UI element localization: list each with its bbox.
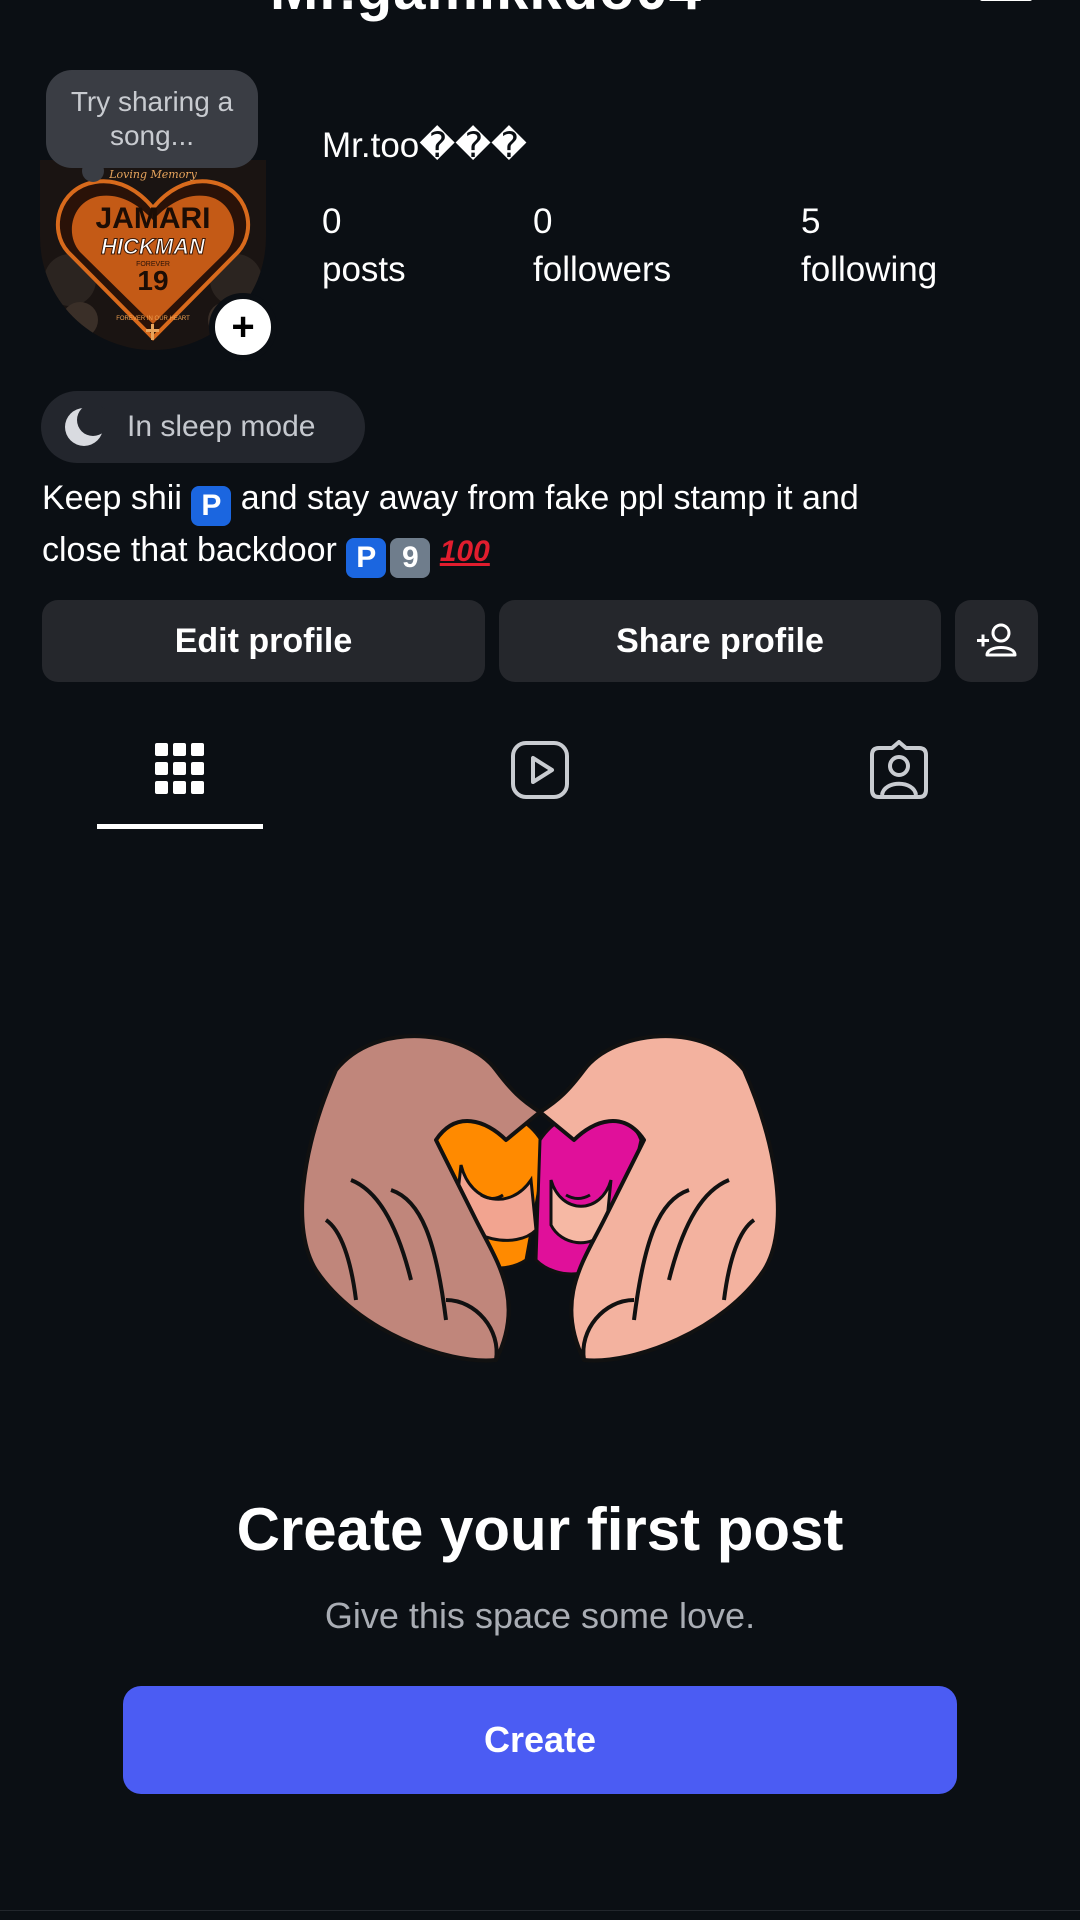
display-name: Mr.too��� bbox=[322, 126, 527, 165]
stat-label: following bbox=[801, 250, 938, 289]
note-bubble[interactable]: Try sharing a song... bbox=[46, 70, 258, 168]
bio-text: Keep shii bbox=[42, 479, 182, 517]
stat-followers[interactable]: 0 followers bbox=[533, 198, 671, 294]
add-person-button[interactable] bbox=[955, 600, 1038, 682]
p-button-emoji: P bbox=[191, 486, 232, 526]
status-text: In sleep mode bbox=[127, 410, 316, 443]
grid-icon bbox=[155, 743, 204, 794]
bio: Keep shii P and stay away from fake ppl … bbox=[42, 474, 1042, 578]
tagged-icon bbox=[870, 740, 928, 799]
avatar-text-memory: Loving Memory bbox=[108, 168, 197, 181]
avatar-text-number: 19 bbox=[137, 265, 168, 296]
active-tab-indicator bbox=[97, 824, 263, 829]
edit-profile-button[interactable]: Edit profile bbox=[42, 600, 485, 682]
bio-text: close that backdoor bbox=[42, 531, 337, 569]
stat-value: 0 bbox=[533, 202, 553, 241]
moon-icon bbox=[65, 406, 105, 446]
stat-posts[interactable]: 0 posts bbox=[322, 198, 406, 294]
heart-hands-illustration bbox=[296, 1030, 784, 1365]
stat-label: followers bbox=[533, 250, 672, 289]
reels-icon bbox=[511, 741, 569, 799]
hundred-points-emoji: 100 bbox=[439, 535, 490, 568]
create-button[interactable]: Create bbox=[123, 1686, 957, 1794]
bio-text: and stay away from fake ppl stamp it and bbox=[240, 479, 859, 517]
divider bbox=[0, 1910, 1080, 1911]
note-text: Try sharing a song... bbox=[70, 86, 234, 151]
header-username[interactable]: Mr.gamikkdo04 bbox=[270, 0, 702, 23]
status-pill[interactable]: In sleep mode bbox=[41, 391, 365, 463]
tab-grid[interactable] bbox=[155, 740, 205, 803]
tab-tagged[interactable] bbox=[869, 740, 929, 805]
menu-icon[interactable] bbox=[980, 0, 1032, 4]
avatar-text-surname: HICKMAN bbox=[101, 234, 206, 259]
keycap-9-emoji: 9 bbox=[390, 538, 431, 578]
tab-reels[interactable] bbox=[510, 740, 570, 805]
empty-state-title: Create your first post bbox=[236, 1496, 844, 1563]
avatar-text-heart: FOREVER IN OUR HEART bbox=[116, 316, 190, 322]
stat-label: posts bbox=[322, 250, 406, 289]
plus-icon[interactable] bbox=[60, 0, 90, 8]
stat-value: 5 bbox=[801, 202, 821, 241]
avatar-text-name: JAMARI bbox=[95, 202, 210, 235]
add-person-icon bbox=[976, 623, 1016, 657]
share-profile-button[interactable]: Share profile bbox=[499, 600, 941, 682]
stat-following[interactable]: 5 following bbox=[801, 198, 937, 294]
p-button-emoji: P bbox=[346, 538, 387, 578]
add-story-button[interactable]: + bbox=[209, 293, 277, 361]
stat-value: 0 bbox=[322, 202, 342, 241]
empty-state-subtitle: Give this space some love. bbox=[324, 1595, 756, 1636]
